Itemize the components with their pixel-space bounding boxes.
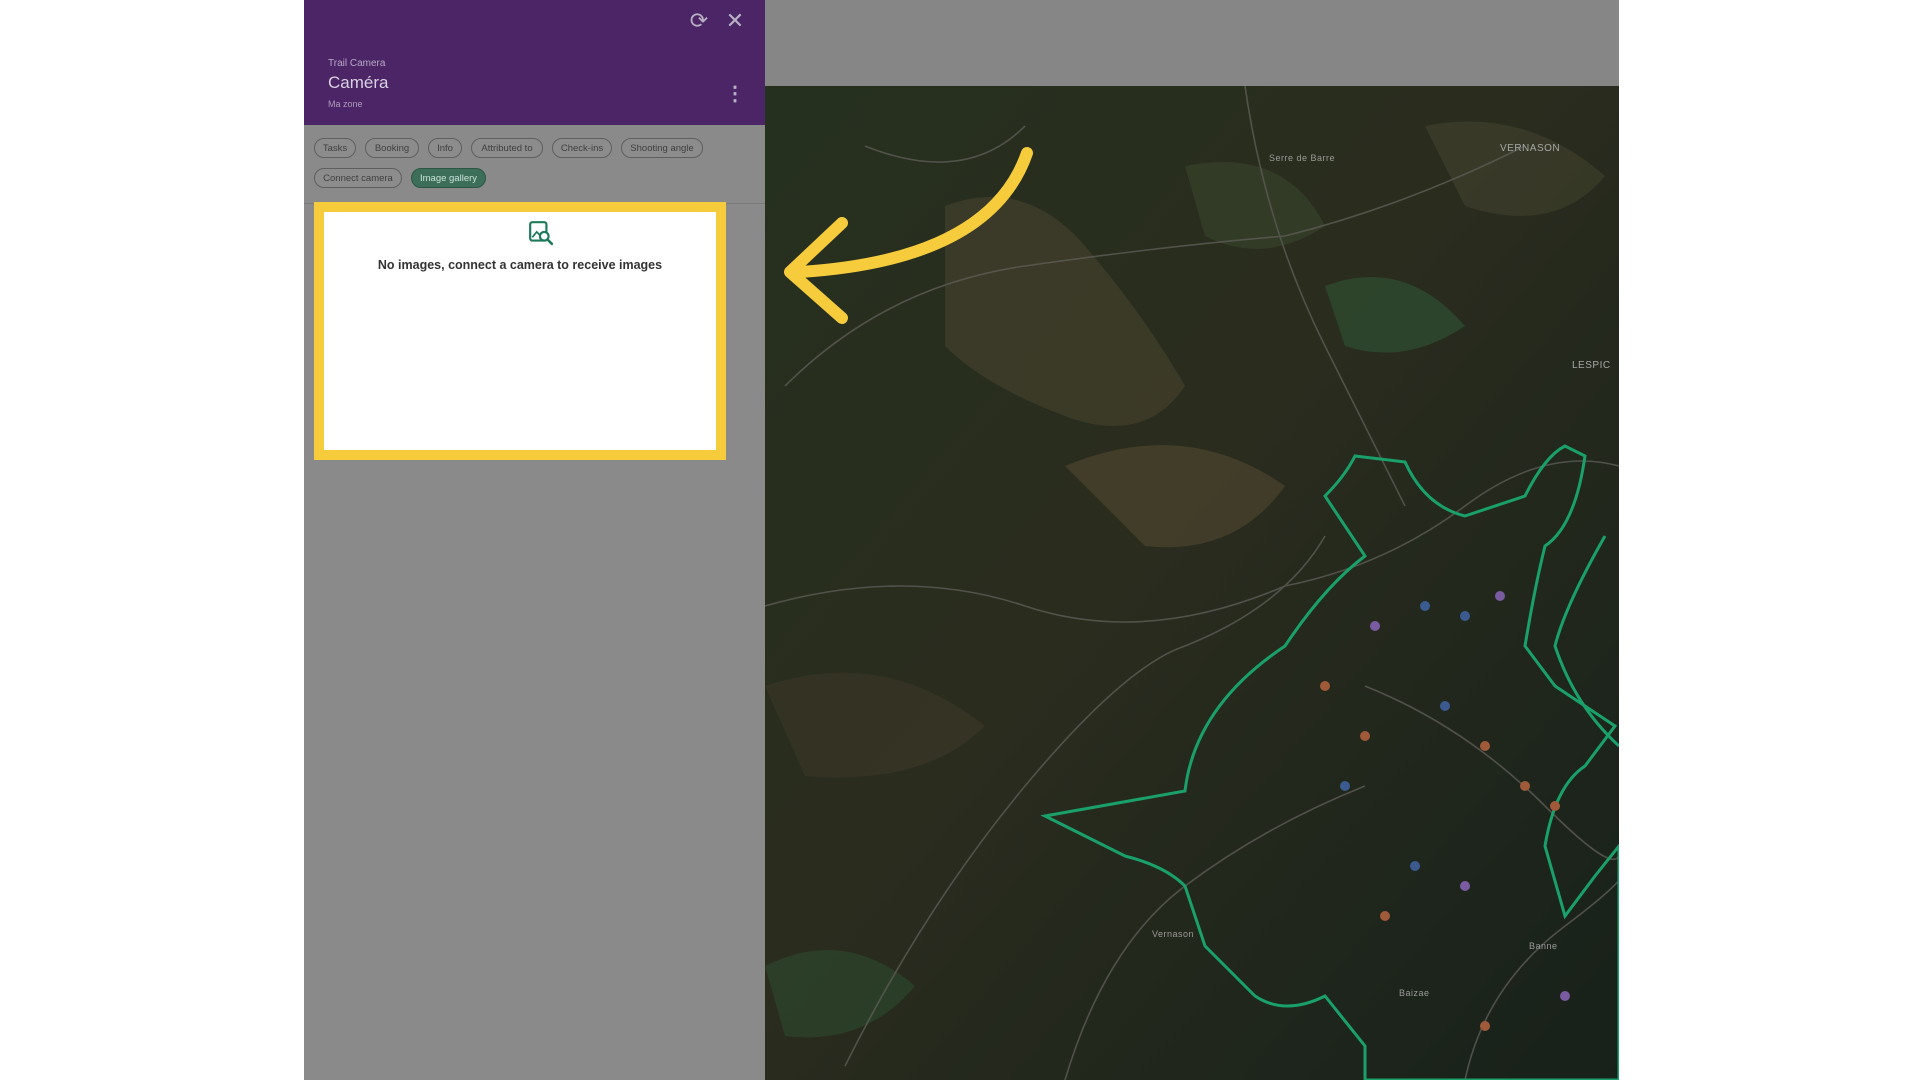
map-label-vernason-top: VERNASON bbox=[1500, 143, 1561, 154]
tab-info[interactable]: Info bbox=[428, 138, 462, 158]
empty-gallery-message: No images, connect a camera to receive i… bbox=[377, 258, 663, 272]
map-label-banne: Banne bbox=[1529, 941, 1558, 951]
tab-image-gallery[interactable]: Image gallery bbox=[411, 168, 486, 188]
close-icon[interactable]: ✕ bbox=[722, 8, 748, 34]
tab-tasks[interactable]: Tasks bbox=[314, 138, 356, 158]
panel-title: Caméra bbox=[328, 73, 389, 92]
image-gallery-highlight: No images, connect a camera to receive i… bbox=[314, 202, 726, 460]
tab-shooting-angle[interactable]: Shooting angle bbox=[621, 138, 703, 158]
tab-booking[interactable]: Booking bbox=[365, 138, 419, 158]
image-search-icon bbox=[529, 221, 554, 246]
more-vertical-icon[interactable]: ⋮ bbox=[722, 80, 748, 106]
map-label-vernason: Vernason bbox=[1152, 929, 1195, 939]
refresh-icon[interactable]: ⟳ bbox=[686, 8, 712, 34]
tab-attributed-to[interactable]: Attributed to bbox=[471, 138, 543, 158]
map-label-lespic: LESPIC bbox=[1572, 360, 1611, 371]
panel-header: ⟳ ✕ Trail Camera Caméra Ma zone ⋮ bbox=[304, 0, 765, 125]
camera-panel: ⟳ ✕ Trail Camera Caméra Ma zone ⋮ Tasks … bbox=[304, 0, 765, 1080]
panel-zone: Ma zone bbox=[328, 99, 363, 109]
tab-connect-camera[interactable]: Connect camera bbox=[314, 168, 402, 188]
panel-subtitle: Trail Camera bbox=[328, 58, 386, 69]
curved-arrow-icon bbox=[784, 147, 1033, 324]
map-label-baizae: Baizae bbox=[1399, 988, 1430, 998]
map-label-serre: Serre de Barre bbox=[1269, 153, 1336, 163]
tab-check-ins[interactable]: Check-ins bbox=[552, 138, 612, 158]
